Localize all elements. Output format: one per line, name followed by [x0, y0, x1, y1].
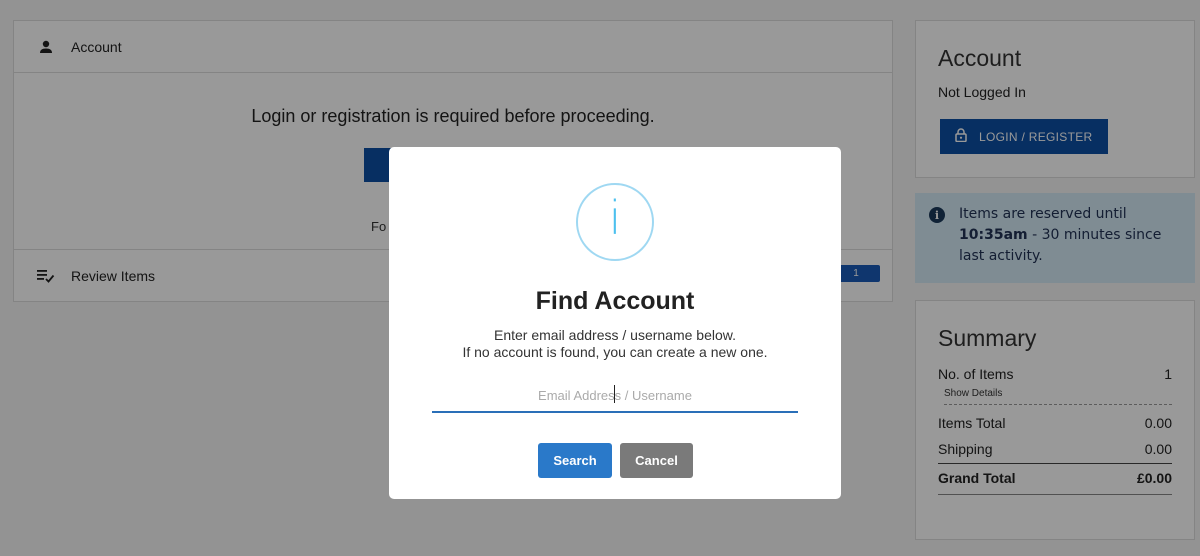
text-caret	[614, 385, 615, 403]
email-username-input[interactable]	[432, 379, 798, 413]
dialog-description-line2: If no account is found, you can create a…	[462, 344, 768, 360]
search-button[interactable]: Search	[538, 443, 612, 478]
dialog-title: Find Account	[535, 287, 695, 315]
info-glyph: i	[608, 191, 622, 245]
find-account-dialog: i Find Account Enter email address / use…	[389, 147, 841, 499]
dialog-description-line1: Enter email address / username below.	[493, 327, 736, 343]
cancel-button[interactable]: Cancel	[620, 443, 693, 478]
dialog-description: Enter email address / username below. If…	[389, 327, 841, 361]
info-circle-icon: i	[576, 183, 654, 261]
